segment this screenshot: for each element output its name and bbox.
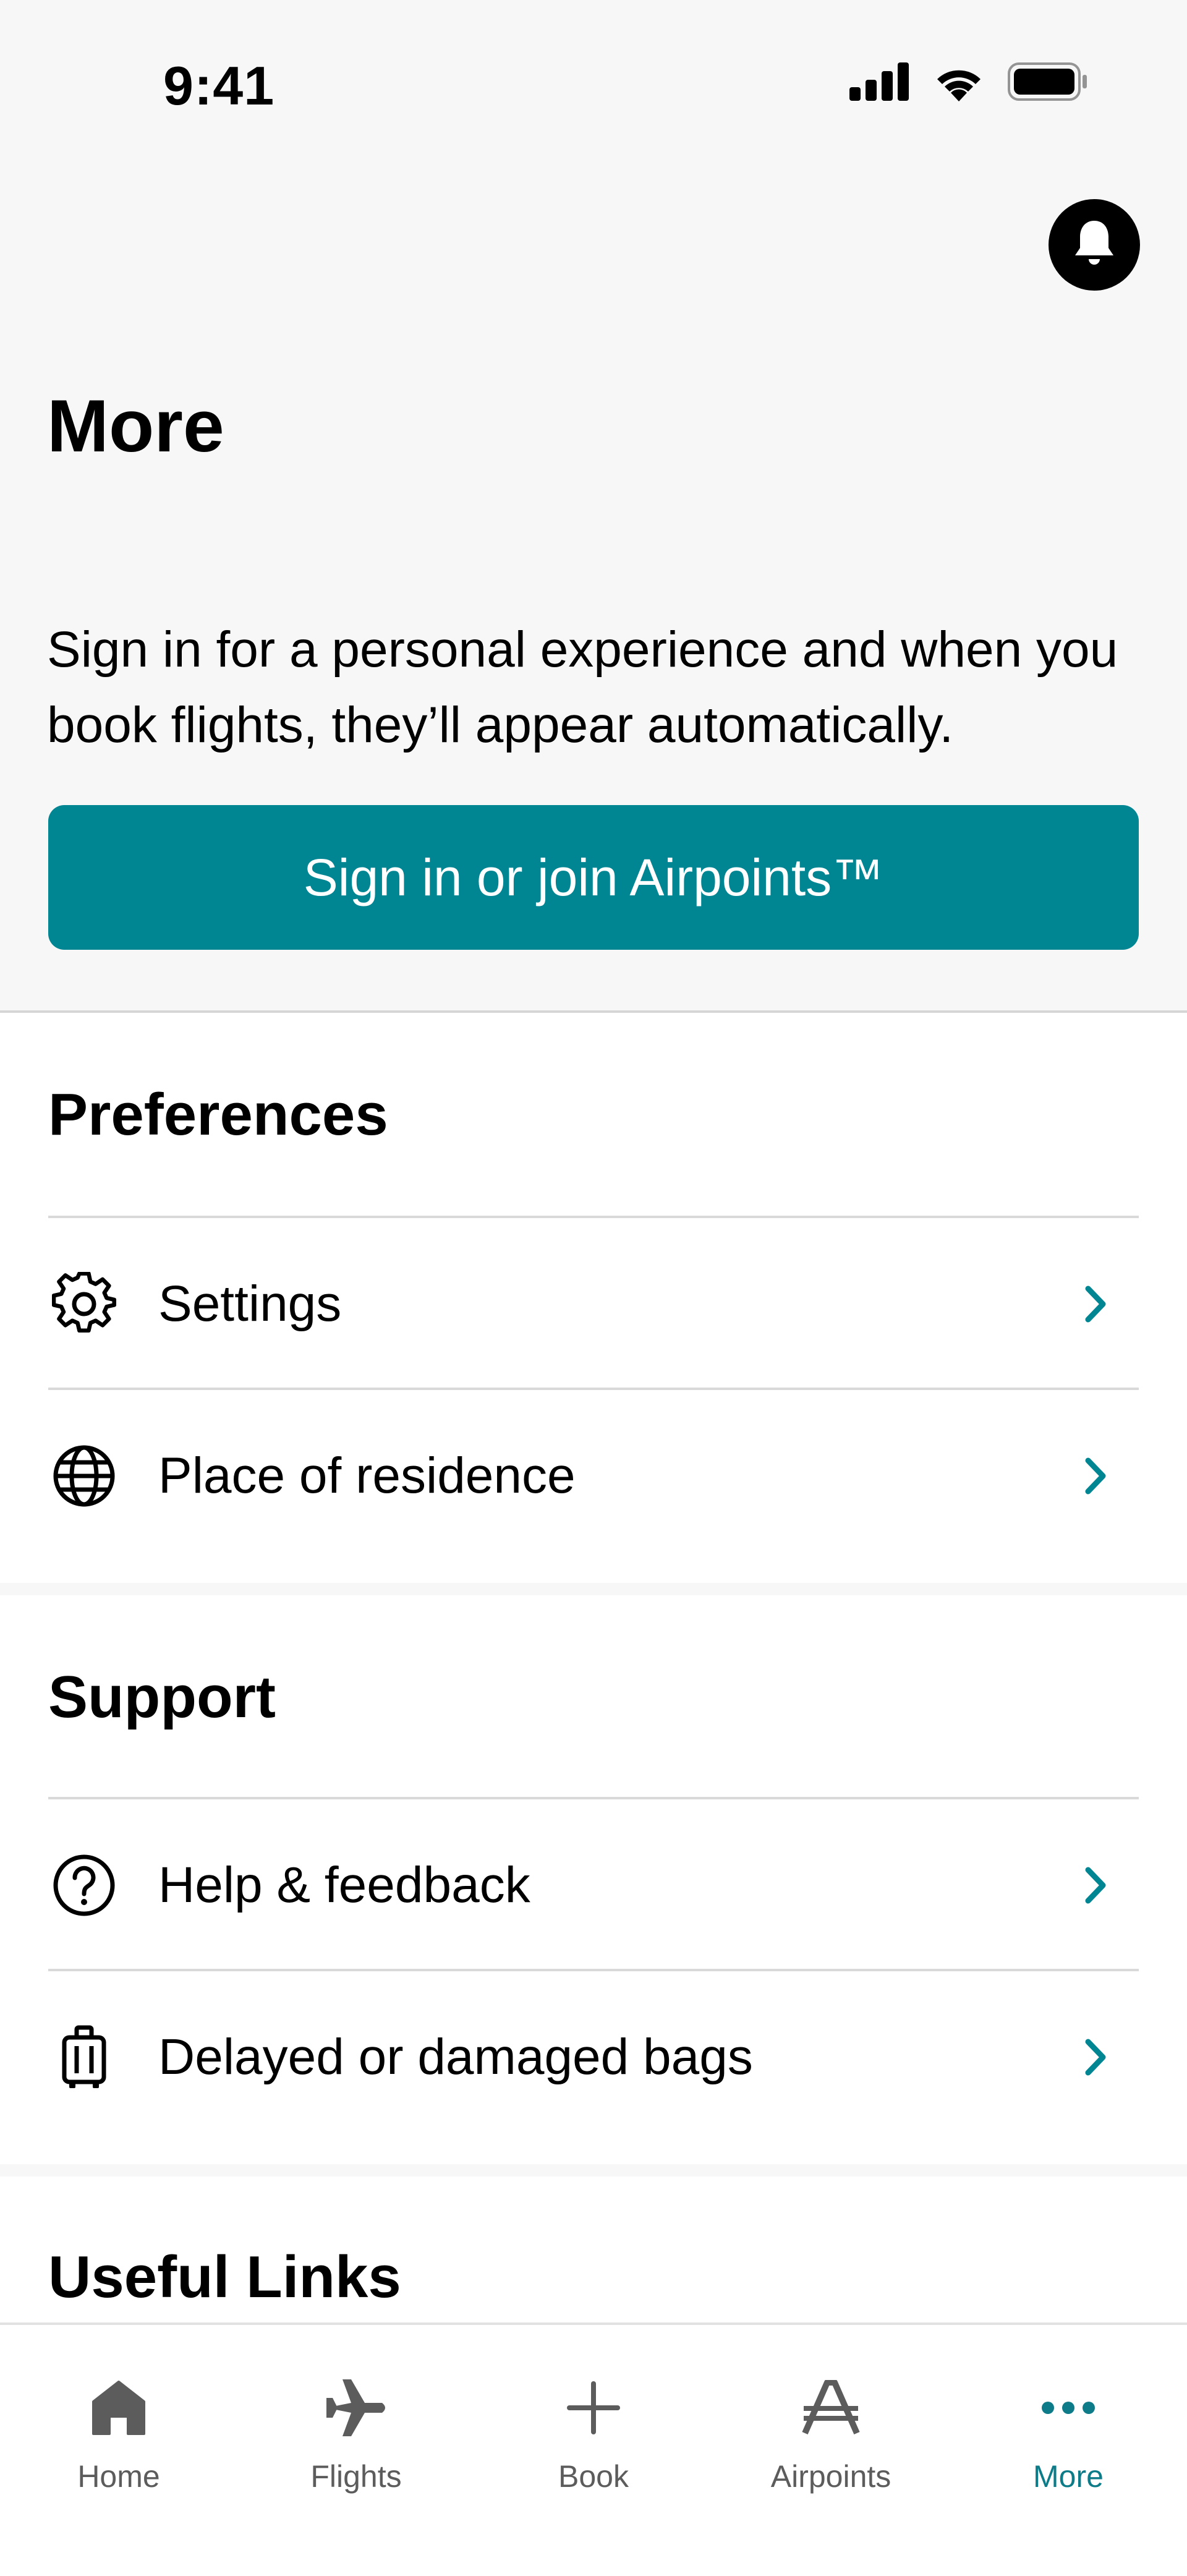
tab-label: Book — [558, 2459, 629, 2494]
wifi-icon — [932, 62, 985, 104]
row-label: Delayed or damaged bags — [158, 2029, 753, 2085]
support-section: Support Help & feedback Delayed or damag… — [0, 1595, 1187, 2164]
status-icons — [849, 62, 1088, 104]
useful-links-section: Useful Links — [0, 2177, 1187, 2325]
tab-book[interactable]: Book — [475, 2350, 712, 2523]
plane-icon — [319, 2371, 393, 2445]
page-title: More — [47, 385, 224, 467]
home-icon — [82, 2371, 156, 2445]
plus-icon — [556, 2371, 631, 2445]
settings-row[interactable]: Settings — [48, 1216, 1139, 1390]
tab-more[interactable]: More — [950, 2350, 1187, 2523]
tab-label: Flights — [310, 2459, 402, 2494]
bell-icon — [1071, 218, 1117, 272]
question-circle-icon — [52, 1851, 120, 1919]
section-title-preferences: Preferences — [48, 1081, 388, 1148]
signin-prompt-text: Sign in for a personal experience and wh… — [47, 621, 1118, 753]
row-label: Help & feedback — [158, 1857, 530, 1913]
bottom-tab-bar: Home Flights Book Airpoints More — [0, 2322, 1187, 2576]
signin-join-button[interactable]: Sign in or join Airpoints™ — [48, 805, 1139, 950]
signal-icon — [849, 62, 910, 104]
row-label: Place of residence — [158, 1448, 576, 1504]
chevron-right-icon — [1071, 1451, 1120, 1501]
help-feedback-row[interactable]: Help & feedback — [48, 1797, 1139, 1971]
tab-label: More — [1033, 2459, 1104, 2494]
battery-icon — [1008, 62, 1088, 104]
chevron-right-icon — [1071, 2032, 1120, 2082]
chevron-right-icon — [1071, 1861, 1120, 1910]
status-bar: 9:41 — [0, 0, 1187, 124]
globe-icon — [52, 1442, 120, 1510]
luggage-icon — [52, 2023, 120, 2091]
tab-label: Home — [77, 2459, 160, 2494]
tab-home[interactable]: Home — [0, 2350, 237, 2523]
tab-airpoints[interactable]: Airpoints — [712, 2350, 950, 2523]
status-time: 9:41 — [163, 55, 275, 116]
more-dots-icon — [1031, 2371, 1105, 2445]
section-title-useful-links: Useful Links — [48, 2244, 401, 2310]
notifications-button[interactable] — [1049, 199, 1140, 291]
preferences-section: Preferences Settings Place of residence — [0, 1013, 1187, 1583]
gear-icon — [52, 1270, 120, 1338]
row-label: Settings — [158, 1276, 342, 1332]
section-title-support: Support — [48, 1664, 276, 1730]
tab-label: Airpoints — [770, 2459, 891, 2494]
chevron-right-icon — [1071, 1279, 1120, 1329]
delayed-damaged-bags-row[interactable]: Delayed or damaged bags — [48, 1969, 1139, 2143]
airpoints-icon — [794, 2371, 868, 2445]
place-of-residence-row[interactable]: Place of residence — [48, 1388, 1139, 1562]
tab-flights[interactable]: Flights — [237, 2350, 475, 2523]
more-screen: 9:41 More Sign in for a personal experie… — [0, 0, 1187, 2576]
